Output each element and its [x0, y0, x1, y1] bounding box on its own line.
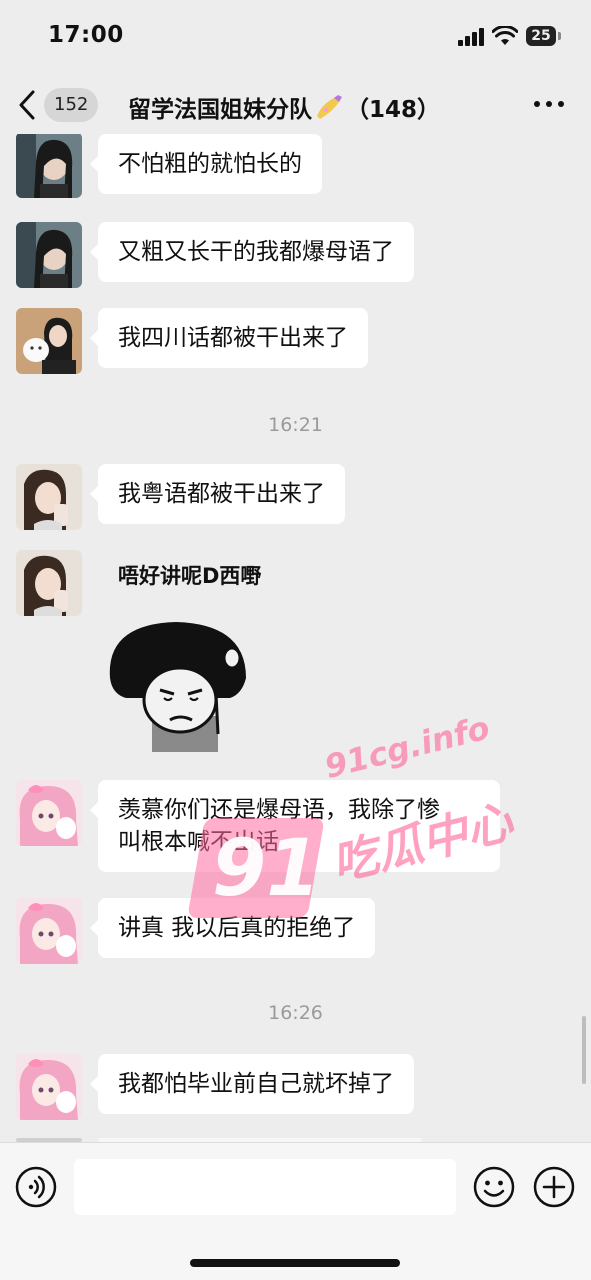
home-indicator[interactable]: [190, 1259, 400, 1267]
status-bar: 17:00 25: [0, 0, 591, 72]
chat-title-text: 留学法国姐妹分队: [128, 97, 312, 123]
voice-icon[interactable]: [14, 1165, 58, 1209]
unread-count-badge: 152: [44, 88, 99, 122]
scrollbar[interactable]: [582, 1016, 586, 1084]
cellular-signal-icon: [458, 28, 484, 46]
avatar-girl-dark-hair[interactable]: [16, 134, 82, 198]
message-bubble[interactable]: 我四川话都被干出来了: [90, 308, 368, 368]
battery-indicator: 25: [526, 26, 562, 46]
avatar-pink-anime[interactable]: [16, 898, 82, 964]
chat-member-count: （148）: [346, 97, 441, 123]
mushroom-head-meme-icon[interactable]: [104, 616, 254, 752]
avatar-pink-anime[interactable]: [16, 1054, 82, 1120]
time-divider: 16:21: [268, 414, 323, 436]
back-button[interactable]: 152: [18, 86, 108, 124]
battery-level: 25: [526, 26, 556, 46]
avatar-girl-with-cat[interactable]: [16, 308, 82, 374]
nail-polish-icon: [317, 95, 342, 119]
message-bubble[interactable]: 我粤语都被干出来了: [90, 464, 345, 524]
avatar-girl-dark-hair[interactable]: [16, 222, 82, 288]
avatar-pink-anime[interactable]: [16, 780, 82, 846]
message-bubble[interactable]: 我都怕毕业前自己就坏掉了: [90, 1054, 414, 1114]
input-bar: [0, 1142, 591, 1280]
message-bubble[interactable]: 又粗又长干的我都爆母语了: [90, 222, 414, 282]
chat-title: 留学法国姐妹分队 （148）: [128, 90, 440, 124]
avatar-girl-selfie[interactable]: [16, 464, 82, 530]
message-line: 羡慕你们还是爆母语，我除了惨: [118, 797, 440, 823]
message-input[interactable]: [74, 1159, 456, 1215]
emoji-icon[interactable]: [472, 1165, 516, 1209]
battery-tip: [558, 32, 561, 40]
time-divider: 16:26: [268, 1002, 323, 1024]
chevron-left-icon: [19, 90, 35, 120]
wifi-icon: [492, 26, 518, 45]
more-dots-icon[interactable]: [532, 94, 566, 114]
message-list[interactable]: 不怕粗的就怕长的 又粗又长干的我都爆母语了 我四川话都被干出来了 16:21 我…: [0, 134, 591, 1142]
chat-screen: 17:00 25 152 留学法国姐妹分队 （148） 不怕粗的就怕长的 又粗又…: [0, 0, 591, 1280]
avatar-girl-selfie[interactable]: [16, 550, 82, 616]
status-time: 17:00: [48, 22, 124, 48]
plus-icon[interactable]: [532, 1165, 576, 1209]
message-bubble[interactable]: 讲真 我以后真的拒绝了: [89, 898, 376, 958]
sticker-caption: 唔好讲呢D西嘢: [118, 564, 262, 588]
message-line: 叫根本喊不出话: [118, 829, 279, 855]
message-bubble[interactable]: 羡慕你们还是爆母语，我除了惨 叫根本喊不出话: [90, 780, 500, 872]
message-bubble[interactable]: 不怕粗的就怕长的: [90, 134, 322, 194]
nav-bar: 152 留学法国姐妹分队 （148）: [0, 72, 591, 134]
